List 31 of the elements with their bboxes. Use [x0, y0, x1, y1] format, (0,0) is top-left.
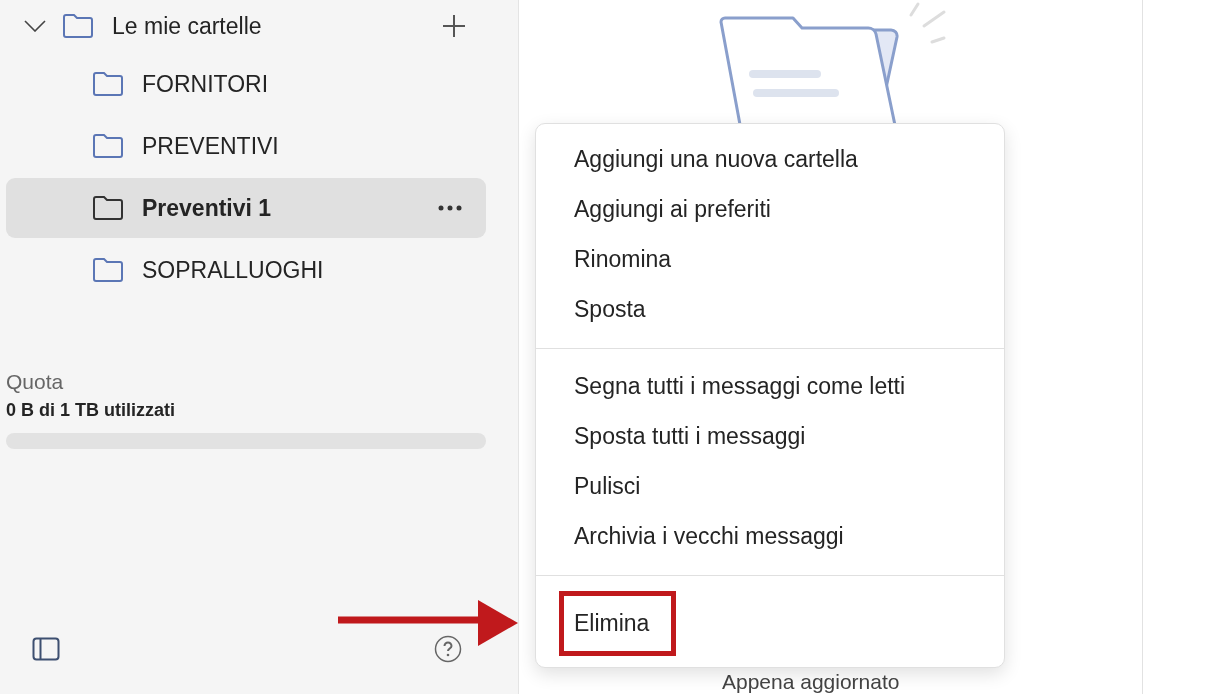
- sidebar-toggle-icon[interactable]: [32, 637, 60, 661]
- menu-item[interactable]: Elimina: [559, 590, 677, 656]
- more-icon[interactable]: [438, 205, 462, 211]
- menu-item[interactable]: Aggiungi una nuova cartella: [574, 141, 876, 177]
- menu-item[interactable]: Sposta tutti i messaggi: [574, 418, 824, 454]
- chevron-icon[interactable]: [24, 20, 46, 32]
- menu-item[interactable]: Sposta: [574, 291, 664, 327]
- folder-group-label[interactable]: Le mie cartelle: [112, 12, 442, 40]
- folder-icon: [62, 13, 94, 39]
- add-icon[interactable]: [442, 14, 466, 38]
- menu-item[interactable]: Pulisci: [574, 468, 659, 504]
- folder-item[interactable]: PREVENTIVI: [6, 116, 486, 176]
- quota-usage: 0 B di 1 TB utilizzati: [6, 400, 176, 421]
- folder-name: FORNITORI: [142, 70, 270, 98]
- folder-icon: [92, 257, 124, 283]
- folder-item[interactable]: Preventivi 1: [6, 178, 486, 238]
- menu-item[interactable]: Segna tutti i messaggi come letti: [574, 368, 924, 404]
- menu-item[interactable]: Rinomina: [574, 241, 690, 277]
- folder-name: SOPRALLUOGHI: [142, 256, 325, 284]
- quota-label: Quota: [6, 370, 65, 394]
- folder-name: PREVENTIVI: [142, 132, 280, 160]
- menu-item[interactable]: Archivia i vecchi messaggi: [574, 518, 862, 554]
- folder-item[interactable]: SOPRALLUOGHI: [6, 240, 486, 300]
- folder-name: Preventivi 1: [142, 194, 273, 222]
- folder-item[interactable]: FORNITORI: [6, 54, 486, 114]
- folder-icon: [92, 195, 124, 221]
- folder-icon: [92, 133, 124, 159]
- help-icon[interactable]: [434, 635, 462, 663]
- folder-icon: [92, 71, 124, 97]
- status-text: Appena aggiornato: [722, 670, 900, 694]
- menu-item[interactable]: Aggiungi ai preferiti: [574, 191, 789, 227]
